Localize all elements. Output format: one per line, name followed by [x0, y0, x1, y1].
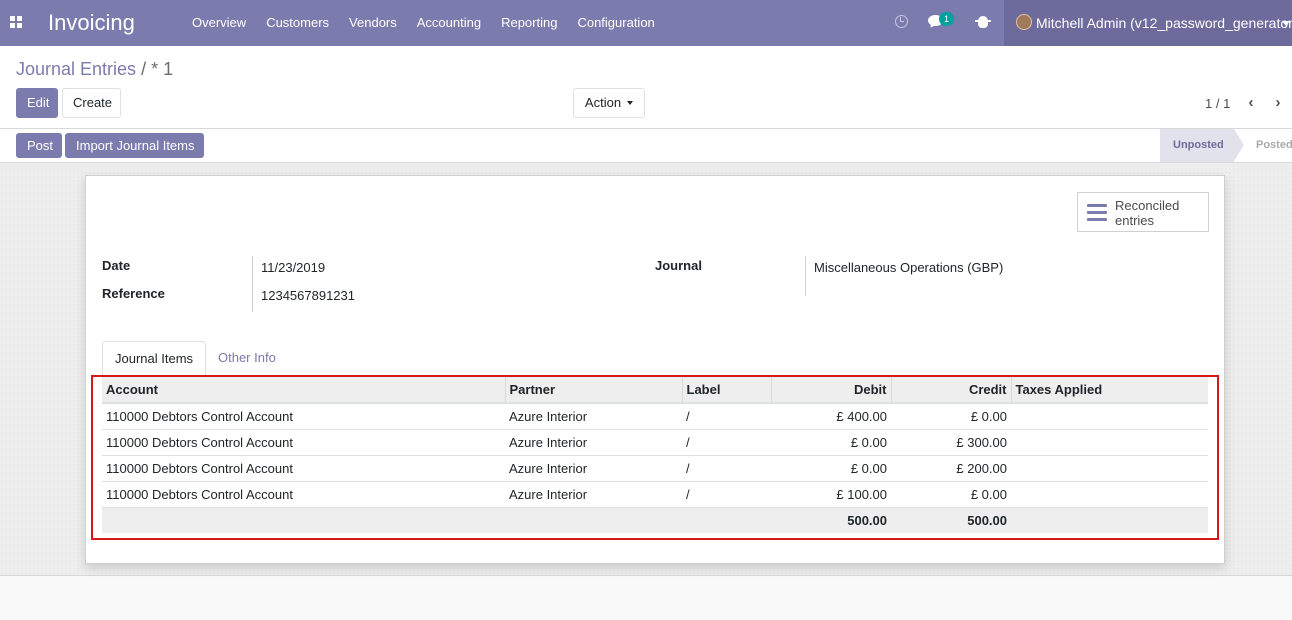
top-navbar: Invoicing Overview Customers Vendors Acc…: [0, 0, 1292, 46]
pager-previous-icon[interactable]: ‹: [1244, 95, 1258, 111]
menu-accounting[interactable]: Accounting: [407, 0, 491, 46]
reconciled-entries-label: Reconciled entries: [1115, 198, 1180, 228]
import-journal-items-button[interactable]: Import Journal Items: [65, 133, 204, 158]
control-panel: Journal Entries / * 1 Edit Create Action…: [0, 46, 1292, 129]
tab-other-info[interactable]: Other Info: [206, 341, 288, 376]
journal-label: Journal: [655, 258, 702, 273]
status-bar: Post Import Journal Items Unposted Poste…: [0, 129, 1292, 163]
journal-field[interactable]: Miscellaneous Operations (GBP): [814, 260, 1003, 275]
menu-overview[interactable]: Overview: [182, 0, 256, 46]
avatar: [1016, 14, 1032, 30]
chevron-down-icon: [1282, 21, 1290, 26]
action-label: Action: [584, 95, 622, 110]
field-separator: [805, 256, 806, 296]
breadcrumb-current: * 1: [151, 59, 174, 79]
form-sheet: Reconciled entries Date 11/23/2019 Refer…: [85, 175, 1225, 564]
action-dropdown[interactable]: Action: [573, 88, 645, 118]
reconciled-entries-button[interactable]: Reconciled entries: [1077, 192, 1209, 232]
caret-down-icon: [627, 101, 634, 105]
chat-count-badge: 1: [939, 12, 954, 26]
tab-journal-items[interactable]: Journal Items: [102, 341, 207, 376]
menu-customers[interactable]: Customers: [256, 0, 339, 46]
date-field[interactable]: 11/23/2019: [261, 260, 325, 275]
post-button[interactable]: Post: [16, 133, 62, 158]
stage-posted: Posted: [1256, 139, 1292, 151]
user-menu[interactable]: Mitchell Admin (v12_password_generator): [1004, 0, 1292, 46]
stage-unposted: Unposted: [1160, 129, 1244, 162]
reference-field[interactable]: 1234567891231: [261, 288, 355, 303]
clock-icon[interactable]: [895, 15, 908, 28]
breadcrumb-journal-entries[interactable]: Journal Entries: [16, 59, 136, 79]
menu-vendors[interactable]: Vendors: [339, 0, 407, 46]
create-button[interactable]: Create: [62, 88, 121, 118]
field-separator: [252, 256, 253, 312]
reference-label: Reference: [102, 286, 165, 301]
date-label: Date: [102, 258, 131, 273]
breadcrumb-separator: /: [141, 59, 147, 79]
menu-reporting[interactable]: Reporting: [491, 0, 567, 46]
list-icon: [1087, 204, 1107, 222]
main-menu: Overview Customers Vendors Accounting Re…: [182, 0, 665, 46]
highlight-box: [91, 375, 1219, 540]
pager-value[interactable]: 1 / 1: [1205, 96, 1230, 111]
app-brand[interactable]: Invoicing: [48, 10, 135, 36]
breadcrumb: Journal Entries / * 1: [16, 59, 173, 80]
pager-next-icon[interactable]: ›: [1271, 95, 1285, 111]
user-name: Mitchell Admin (v12_password_generator): [1036, 15, 1292, 31]
menu-configuration[interactable]: Configuration: [567, 0, 664, 46]
edit-button[interactable]: Edit: [16, 88, 58, 118]
notebook-tabs: Journal Items Other Info: [102, 341, 1208, 376]
apps-menu-icon[interactable]: [10, 16, 22, 28]
bug-icon[interactable]: [975, 16, 991, 28]
